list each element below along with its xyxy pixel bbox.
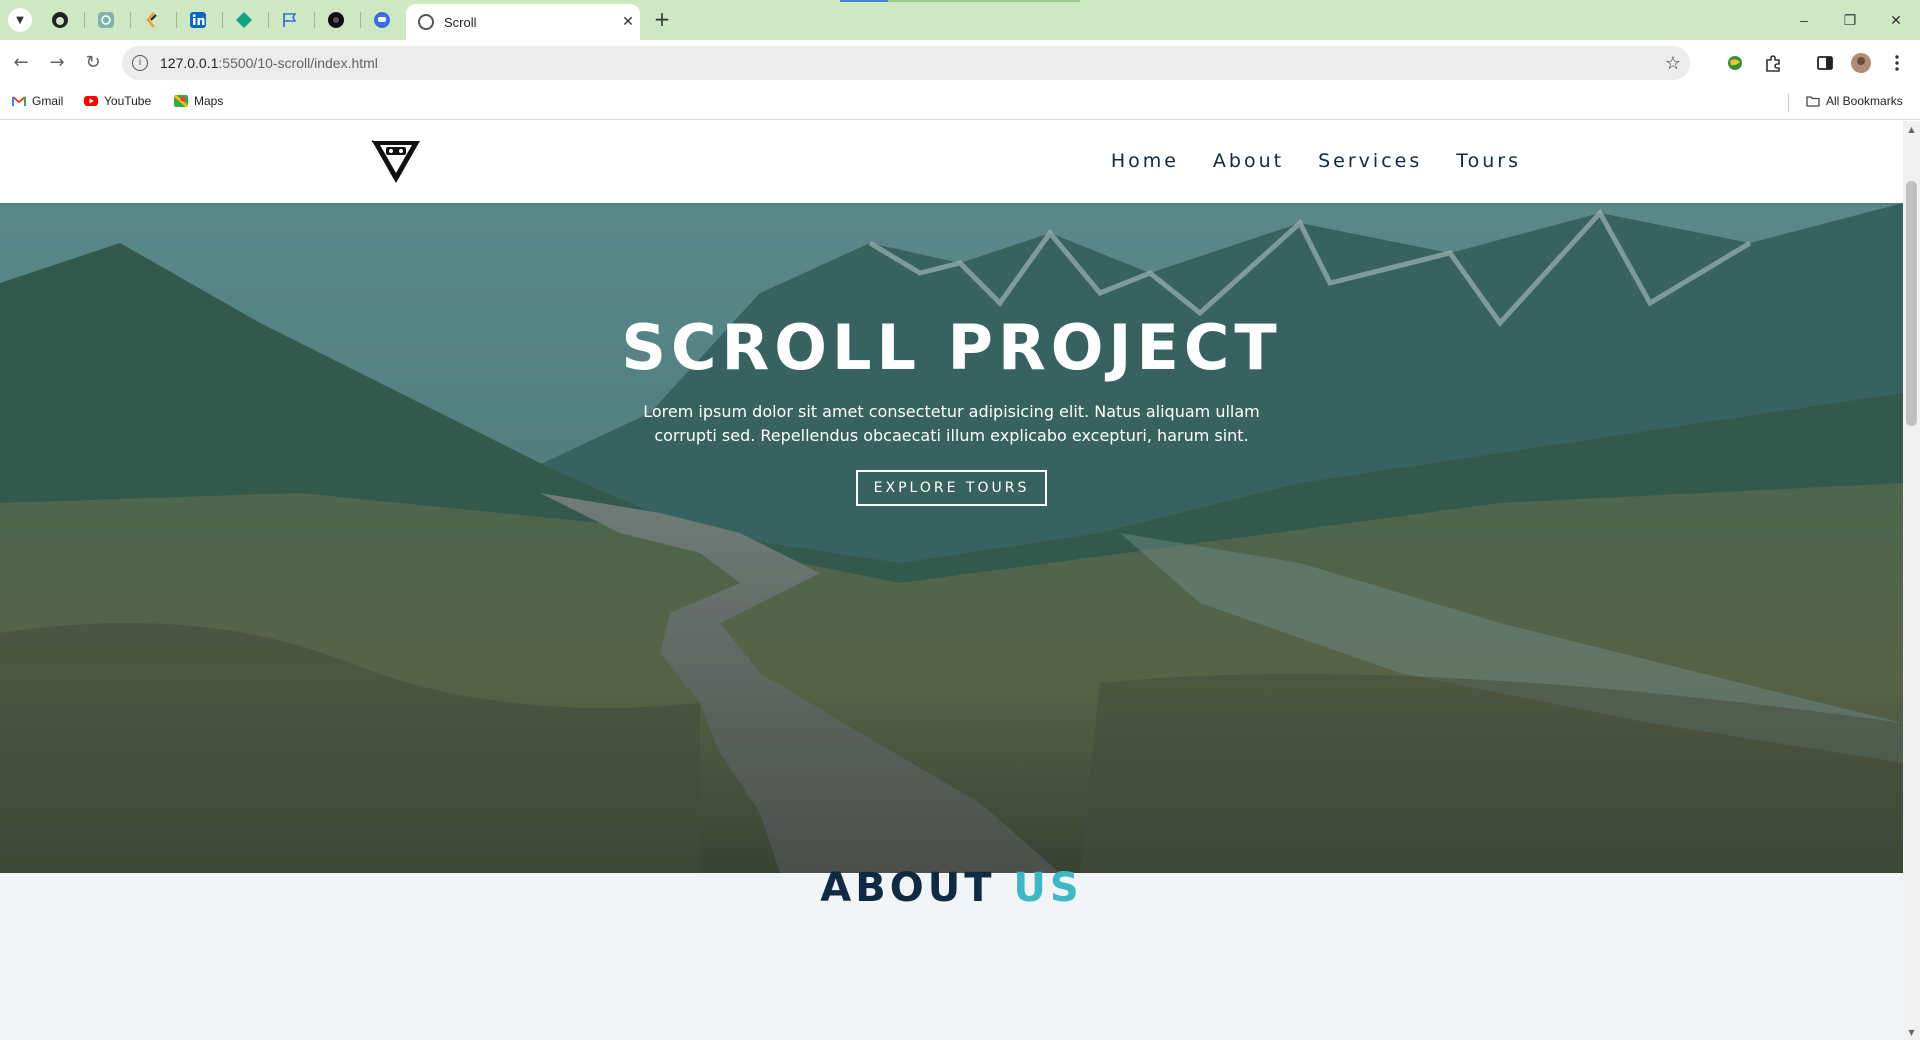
flag-icon: [283, 13, 297, 27]
bookmark-separator: [1788, 94, 1789, 112]
menu-dots-icon[interactable]: [1886, 52, 1908, 74]
linkedin-icon: [190, 12, 206, 28]
coding-logo[interactable]: [370, 139, 422, 185]
chatgpt-icon: [98, 12, 114, 28]
hero-section: SCROLL PROJECT Lorem ipsum dolor sit ame…: [0, 203, 1903, 873]
globe-icon: [418, 14, 434, 30]
tab-separator: [314, 12, 315, 28]
site-info-icon[interactable]: i: [132, 55, 148, 71]
url-host: 127.0.0.1: [160, 55, 219, 71]
nav-link-tours[interactable]: Tours: [1456, 150, 1521, 172]
maps-icon: [174, 95, 188, 107]
address-bar[interactable]: i 127.0.0.1:5500/10-scroll/index.html ☆: [122, 46, 1690, 80]
nav-links: Home About Services Tours: [1077, 150, 1521, 172]
back-button[interactable]: ←: [8, 50, 34, 76]
tab-separator: [360, 12, 361, 28]
nav-link-home[interactable]: Home: [1111, 150, 1179, 172]
chatgpt-tab[interactable]: [86, 6, 126, 34]
tab-separator: [268, 12, 269, 28]
about-heading-part1: ABOUT: [820, 865, 996, 911]
tab-title: Scroll: [444, 14, 477, 30]
bookmark-youtube[interactable]: YouTube: [84, 94, 151, 108]
bookmark-label: Maps: [194, 94, 224, 108]
dark-circle-tab[interactable]: [316, 6, 356, 34]
hero-text: Lorem ipsum dolor sit amet consectetur a…: [643, 402, 1260, 445]
chat-tab[interactable]: [362, 6, 402, 34]
restore-button[interactable]: ❐: [1830, 8, 1870, 32]
scrollbar-thumb[interactable]: [1906, 181, 1917, 426]
tab-separator: [176, 12, 177, 28]
code-tab[interactable]: [132, 6, 172, 34]
all-bookmarks[interactable]: All Bookmarks: [1806, 94, 1903, 108]
new-tab-button[interactable]: +: [650, 8, 674, 32]
nav-link-services[interactable]: Services: [1318, 150, 1422, 172]
linkedin-tab[interactable]: [178, 6, 218, 34]
forward-button[interactable]: →: [44, 50, 70, 76]
all-bookmarks-label: All Bookmarks: [1826, 94, 1903, 108]
diamond-tab[interactable]: [224, 6, 264, 34]
github-tab[interactable]: [40, 6, 80, 34]
site-navbar: Home About Services Tours: [0, 121, 1903, 203]
page-scrollbar[interactable]: ▲ ▼: [1903, 121, 1920, 1040]
close-tab-icon[interactable]: ✕: [616, 14, 640, 30]
tab-search-icon[interactable]: ▼: [8, 8, 32, 32]
bookmark-label: Gmail: [32, 94, 64, 108]
bookmarks-bar: Gmail YouTube Maps All Bookmarks: [0, 86, 1920, 120]
minimize-button[interactable]: –: [1784, 8, 1824, 32]
tab-separator: [84, 12, 85, 28]
dark-circle-icon: [328, 12, 344, 28]
browser-toolbar: ← → ↻ i 127.0.0.1:5500/10-scroll/index.h…: [0, 40, 1920, 86]
url-path: :5500/10-scroll/index.html: [218, 55, 378, 71]
bookmark-maps[interactable]: Maps: [174, 94, 223, 108]
tab-strip-indicator: [840, 0, 888, 2]
code-icon: [146, 12, 157, 28]
reload-button[interactable]: ↻: [80, 50, 106, 76]
tab-separator: [130, 12, 131, 28]
chat-bubble-icon: [374, 12, 390, 28]
gmail-icon: [12, 96, 26, 106]
profile-avatar[interactable]: [1850, 52, 1872, 74]
explore-tours-button[interactable]: EXPLORE TOURS: [855, 470, 1048, 506]
youtube-icon: [84, 96, 98, 106]
side-panel-icon[interactable]: [1814, 52, 1836, 74]
tab-active-scroll[interactable]: Scroll ✕: [406, 4, 640, 40]
scroll-up-arrow-icon[interactable]: ▲: [1907, 125, 1916, 134]
extensions-puzzle-icon[interactable]: [1762, 52, 1784, 74]
about-heading-part2: US: [1013, 865, 1083, 911]
hero-content: SCROLL PROJECT Lorem ipsum dolor sit ame…: [0, 311, 1903, 506]
close-window-button[interactable]: ✕: [1876, 8, 1916, 32]
github-icon: [52, 12, 68, 28]
scroll-down-arrow-icon[interactable]: ▼: [1907, 1028, 1916, 1037]
bookmark-gmail[interactable]: Gmail: [12, 94, 63, 108]
about-heading: ABOUT US: [0, 865, 1903, 911]
nav-link-about[interactable]: About: [1213, 150, 1284, 172]
tab-separator: [222, 12, 223, 28]
hero-overlay: [0, 203, 1903, 873]
tab-strip: ▼ Scroll ✕ + – ❐ ✕: [0, 0, 1920, 40]
extension-globe-icon[interactable]: [1724, 52, 1746, 74]
bookmark-label: YouTube: [104, 94, 152, 108]
web-page: Home About Services Tours SCROLL PROJECT…: [0, 121, 1903, 1040]
flag-tab[interactable]: [270, 6, 310, 34]
folder-icon: [1806, 96, 1820, 107]
hero-title: SCROLL PROJECT: [621, 311, 1282, 384]
url-text[interactable]: 127.0.0.1:5500/10-scroll/index.html: [160, 55, 1656, 71]
bookmark-star-icon[interactable]: ☆: [1656, 53, 1690, 74]
diamond-icon: [236, 12, 252, 28]
